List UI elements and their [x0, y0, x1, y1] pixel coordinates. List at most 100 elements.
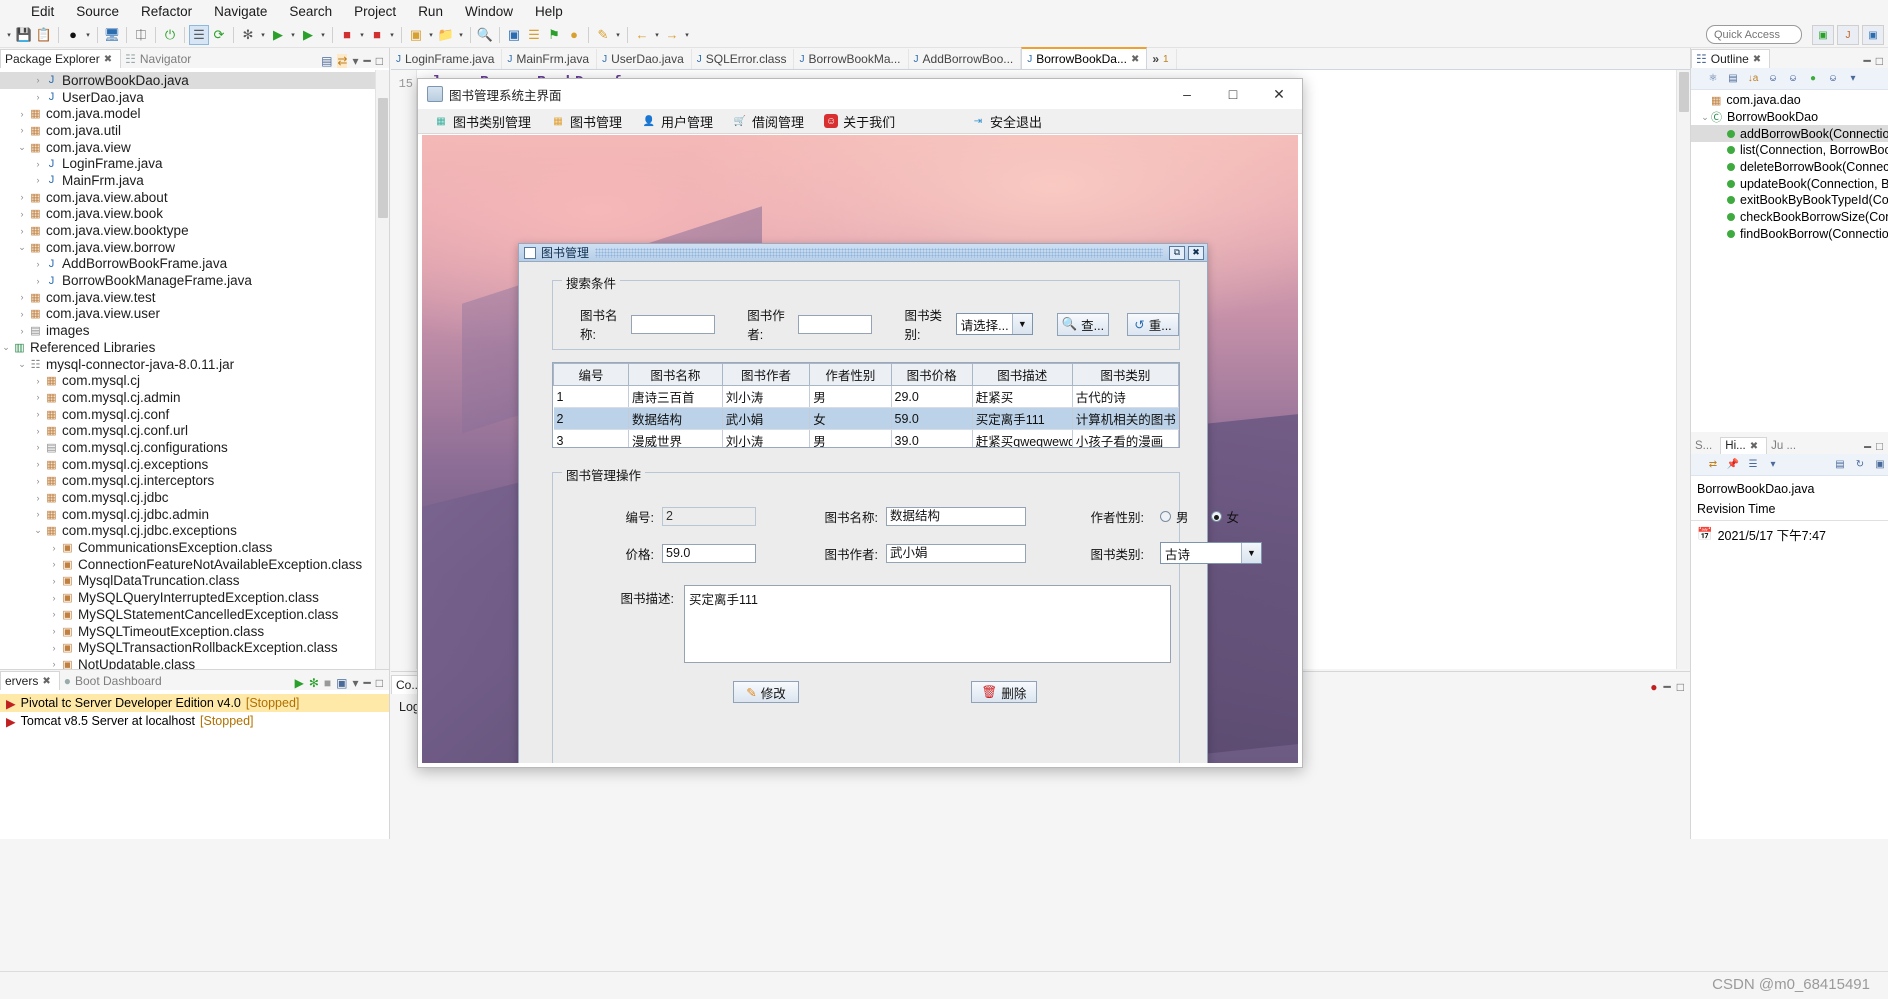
tree-expand-arrow[interactable]: ›	[32, 476, 44, 486]
refresh-icon[interactable]: ↻	[1852, 457, 1868, 473]
run-icon[interactable]: ▶	[268, 25, 288, 45]
tab-history[interactable]: Hi... ✖	[1720, 437, 1768, 454]
tree-expand-arrow[interactable]: ›	[16, 109, 28, 119]
chevron-down-icon[interactable]: ▾	[456, 31, 466, 39]
tree-expand-arrow[interactable]: ›	[32, 92, 44, 102]
minimize-icon[interactable]: ━	[364, 54, 371, 68]
tree-item[interactable]: › J BorrowBookManageFrame.java	[0, 272, 375, 289]
link-with-editor-icon[interactable]: ⇄	[337, 54, 348, 68]
tree-item[interactable]: › ▦ com.mysql.cj.interceptors	[0, 473, 375, 490]
tree-expand-arrow[interactable]: ⌄	[16, 359, 28, 370]
table-row[interactable]: 3 漫威世界 刘小涛男 39.0 赶紧买qweqwewq 小孩子看的漫画	[553, 429, 1179, 447]
chevron-down-icon[interactable]: ▾	[387, 31, 397, 39]
tree-expand-arrow[interactable]: ›	[48, 593, 60, 603]
editor-tab[interactable]: J BorrowBookMa...	[794, 49, 909, 69]
tree-expand-arrow[interactable]: ⌄	[16, 242, 28, 253]
table-column-header[interactable]: 图书价格	[890, 363, 973, 386]
minimize-button[interactable]: –	[1164, 79, 1210, 109]
filter-icon[interactable]: ☰	[1745, 457, 1761, 473]
tree-item[interactable]: ⌄ ☷ mysql-connector-java-8.0.11.jar	[0, 356, 375, 373]
tree-item[interactable]: ⌄ ▦ com.java.view	[0, 139, 375, 156]
quick-access-input[interactable]	[1706, 25, 1802, 44]
delete-button[interactable]: 🗑 删除	[971, 681, 1037, 703]
close-button[interactable]: ✖	[1188, 245, 1204, 260]
publish-icon[interactable]: ■	[367, 25, 387, 45]
menu-borrow-management[interactable]: 🛒 借阅管理	[723, 112, 814, 131]
hide-fields-icon[interactable]: ⎉	[1765, 71, 1781, 87]
tree-expand-arrow[interactable]: ›	[32, 175, 44, 185]
chevron-down-icon[interactable]: ▾	[4, 31, 14, 39]
search-category-combobox[interactable]: 请选择... ▼	[955, 313, 1033, 335]
menu-item-search[interactable]: Search	[278, 4, 343, 19]
back-icon[interactable]: ←	[632, 25, 652, 45]
skip-breakpoints-icon[interactable]: ⎅	[131, 25, 151, 45]
outline-item[interactable]: findBookBorrow(Connectio	[1691, 226, 1888, 243]
close-icon[interactable]: ✖	[1753, 54, 1761, 65]
minimize-icon[interactable]: ━	[364, 676, 371, 690]
marker-icon[interactable]: ⚑	[544, 25, 564, 45]
tree-item[interactable]: › ▦ com.mysql.cj.jdbc.admin	[0, 506, 375, 523]
tree-item[interactable]: ⌄ ▦ com.mysql.cj.jdbc.exceptions	[0, 523, 375, 540]
terminate-power-icon[interactable]: ⏻	[160, 25, 180, 45]
search-icon[interactable]: 🔍	[475, 25, 495, 45]
editor-tab[interactable]: J MainFrm.java	[502, 49, 598, 69]
tab-search[interactable]: S...	[1691, 438, 1720, 454]
link-icon[interactable]: ⇄	[1705, 457, 1721, 473]
chevron-down-icon[interactable]: ▾	[83, 31, 93, 39]
debug-icon[interactable]: ✻	[238, 25, 258, 45]
tree-item[interactable]: › ▤ images	[0, 322, 375, 339]
menu-item-run[interactable]: Run	[407, 4, 454, 19]
bookmark-icon[interactable]: ●	[564, 25, 584, 45]
tree-expand-arrow[interactable]: ›	[48, 559, 60, 569]
previous-edit-icon[interactable]: ✎	[593, 25, 613, 45]
tree-expand-arrow[interactable]: ⌄	[16, 142, 28, 153]
server-row[interactable]: ▶ Tomcat v8.5 Server at localhost [Stopped…	[0, 712, 389, 730]
tree-expand-arrow[interactable]: ›	[32, 392, 44, 402]
tab-junit[interactable]: Ju ...	[1767, 438, 1804, 454]
hide-static-icon[interactable]: ⎉	[1785, 71, 1801, 87]
tree-item[interactable]: › ▣ MySQLTimeoutException.class	[0, 623, 375, 640]
chevron-down-icon[interactable]: ▾	[258, 31, 268, 39]
close-icon[interactable]: ✖	[104, 54, 112, 65]
tree-item[interactable]: › ▦ com.java.view.book	[0, 206, 375, 223]
close-icon[interactable]: ✖	[1750, 441, 1758, 452]
outline-item[interactable]: checkBookBorrowSize(Conr	[1691, 209, 1888, 226]
tree-expand-arrow[interactable]: ›	[48, 626, 60, 636]
tab-boot-dashboard[interactable]: ● Boot Dashboard	[60, 672, 170, 690]
chevron-down-icon[interactable]: ▾	[318, 31, 328, 39]
tree-expand-arrow[interactable]: ›	[32, 426, 44, 436]
tree-item[interactable]: › ▦ com.java.util	[0, 122, 375, 139]
chevron-down-icon[interactable]: ▾	[652, 31, 662, 39]
tree-expand-arrow[interactable]: ›	[32, 159, 44, 169]
tree-expand-arrow[interactable]: ›	[16, 326, 28, 336]
tree-expand-arrow[interactable]: ›	[16, 209, 28, 219]
tree-item[interactable]: › J UserDao.java	[0, 89, 375, 106]
outline-item[interactable]: deleteBorrowBook(Connect	[1691, 159, 1888, 176]
editor-tab[interactable]: J UserDao.java	[597, 49, 692, 69]
chevron-down-icon[interactable]: ▾	[613, 31, 623, 39]
tab-servers[interactable]: ervers ✖	[0, 671, 60, 690]
outline-item[interactable]: list(Connection, BorrowBoo	[1691, 142, 1888, 159]
open-perspective-button[interactable]: ▣	[1812, 25, 1834, 45]
outline-item[interactable]: updateBook(Connection, Bo	[1691, 175, 1888, 192]
book-table[interactable]: 编号 图书名称 图书作者 作者性别 图书价格 图书描述 图书类别 1 唐诗三百首 刘小涛男 29.…	[553, 363, 1179, 447]
tree-item[interactable]: › J LoginFrame.java	[0, 155, 375, 172]
book-category-combobox[interactable]: 古诗 ▼	[1160, 542, 1262, 564]
book-name-input[interactable]	[886, 507, 1026, 526]
error-icon[interactable]: ●	[1650, 680, 1657, 694]
sort-icon[interactable]: ↓a	[1745, 71, 1761, 87]
view-menu-icon[interactable]: ▾	[352, 54, 358, 68]
open-type-icon[interactable]: ▣	[504, 25, 524, 45]
reset-button[interactable]: ↺ 重...	[1126, 312, 1179, 336]
expand-icon[interactable]: ▣	[1872, 457, 1888, 473]
tab-package-explorer[interactable]: Package Explorer ✖	[0, 49, 122, 68]
tree-item[interactable]: › ▦ com.java.view.booktype	[0, 222, 375, 239]
table-column-header[interactable]: 图书描述	[971, 363, 1073, 386]
pin-icon[interactable]: 📌	[1725, 457, 1741, 473]
editor-scrollbar[interactable]	[1676, 70, 1690, 669]
tree-expand-arrow[interactable]: ⌄	[32, 525, 44, 536]
tree-item[interactable]: ⌄ ▥ Referenced Libraries	[0, 339, 375, 356]
tree-expand-arrow[interactable]: ›	[16, 309, 28, 319]
start-server-icon[interactable]: ▶	[295, 676, 304, 690]
chevron-down-icon[interactable]: ▾	[426, 31, 436, 39]
